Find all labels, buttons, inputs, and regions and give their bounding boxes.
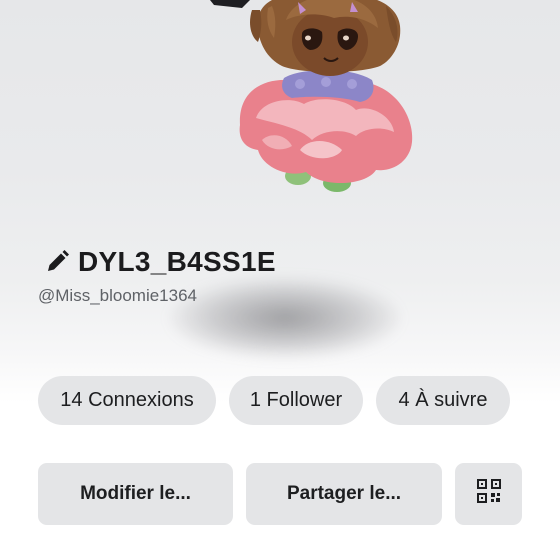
avatar-shadow	[170, 278, 400, 358]
username: @Miss_bloomie1364	[38, 286, 198, 305]
profile-header: DYL3_B4SS1E	[44, 246, 276, 278]
qr-code-button[interactable]	[455, 463, 522, 525]
qr-code-icon	[476, 478, 502, 510]
connections-button[interactable]: 14 Connexions	[38, 376, 216, 425]
edit-profile-button[interactable]: Modifier le...	[38, 463, 233, 525]
profile-screen: DYL3_B4SS1E @Miss_bloomie1364 14 Connexi…	[0, 0, 560, 560]
followers-button[interactable]: 1 Follower	[229, 376, 363, 425]
pencil-icon[interactable]	[44, 249, 70, 275]
share-profile-button[interactable]: Partager le...	[246, 463, 442, 525]
avatar	[210, 0, 413, 192]
display-name: DYL3_B4SS1E	[78, 246, 276, 277]
following-button[interactable]: 4 À suivre	[376, 376, 510, 425]
